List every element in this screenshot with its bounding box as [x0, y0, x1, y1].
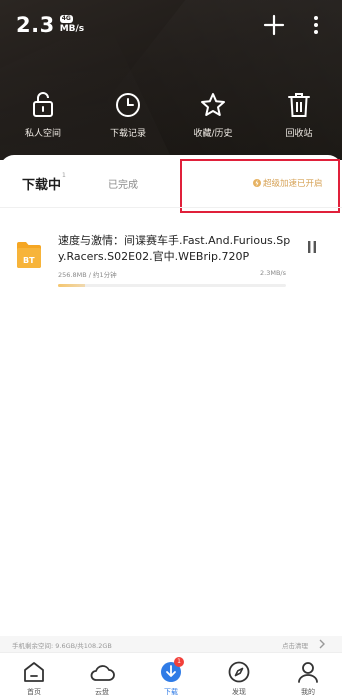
tab-completed[interactable]: 已完成	[108, 176, 138, 191]
trash-icon	[288, 93, 310, 117]
nav-label: 发现	[232, 688, 246, 696]
pause-icon[interactable]	[304, 239, 320, 255]
super-boost-status[interactable]: 超级加速已开启	[253, 177, 323, 189]
task-speed: 2.3MB/s	[260, 269, 286, 277]
chevron-right-icon[interactable]	[318, 639, 326, 649]
cloud-icon	[90, 665, 115, 681]
download-tabs: 下载中 1 已完成 超级加速已开启	[0, 155, 342, 213]
download-panel: 下载中 1 已完成 超级加速已开启 BT 速度与激情：间谍赛车手.Fast.An…	[0, 155, 342, 700]
bottom-nav: 首页 云盘 1 下载 发现 我的	[0, 652, 342, 700]
nav-label: 首页	[27, 688, 41, 696]
more-vertical-icon[interactable]	[310, 14, 322, 36]
task-meta: 256.8MB / 约1分钟 2.3MB/s	[58, 269, 286, 279]
quick-recycle-bin[interactable]: 回收站	[269, 92, 329, 139]
clean-button[interactable]: 点击清理	[282, 640, 308, 650]
quick-download-history[interactable]: 下载记录	[98, 92, 158, 139]
nav-download[interactable]: 1 下载	[146, 657, 196, 697]
nav-me[interactable]: 我的	[283, 661, 333, 697]
task-title: 速度与激情：间谍赛车手.Fast.And.Furious.Spy.Racers.…	[58, 234, 291, 263]
quick-private-space[interactable]: 私人空间	[13, 92, 73, 139]
nav-label: 下载	[164, 688, 178, 696]
compass-icon	[228, 661, 250, 683]
speed-unit: MB/s	[59, 24, 85, 34]
speed-value: 2.3	[16, 13, 55, 37]
nav-cloud[interactable]: 云盘	[77, 661, 127, 697]
divider	[0, 207, 342, 208]
network-speed: 2.3 4G MB/s	[16, 12, 84, 38]
lock-icon	[33, 92, 53, 117]
download-task[interactable]: BT 速度与激情：间谍赛车手.Fast.And.Furious.Spy.Race…	[0, 227, 342, 297]
storage-bar: 手机剩余空间: 9.6GB/共108.2GB 点击清理	[0, 636, 342, 652]
boost-label: 超级加速已开启	[263, 179, 323, 189]
clock-icon	[116, 93, 140, 117]
storage-info: 手机剩余空间: 9.6GB/共108.2GB	[12, 642, 112, 650]
quick-label: 回收站	[285, 129, 313, 139]
bt-type-text: BT	[23, 256, 35, 265]
nav-home[interactable]: 首页	[9, 661, 59, 697]
star-icon	[201, 93, 225, 116]
plus-icon[interactable]	[263, 14, 285, 36]
quick-label: 下载记录	[109, 129, 146, 139]
nav-discover[interactable]: 发现	[214, 661, 264, 697]
nav-download-badge: 1	[174, 657, 184, 667]
tab-downloading[interactable]: 下载中	[22, 174, 61, 193]
quick-label: 收藏/历史	[193, 129, 233, 139]
bt-file-icon: BT	[17, 242, 41, 268]
header: 2.3 4G MB/s 私人空间 下载记录 收藏/历史 回收站	[0, 0, 342, 160]
tab-downloading-count: 1	[62, 172, 66, 179]
nav-label: 云盘	[95, 688, 109, 696]
home-icon	[24, 662, 44, 682]
task-progress-fill	[58, 284, 86, 287]
user-icon	[298, 662, 318, 683]
network-type-badge: 4G	[59, 15, 73, 23]
nav-label: 我的	[301, 688, 315, 696]
task-progress-bar	[58, 284, 286, 287]
lightning-icon	[253, 179, 261, 187]
task-size-eta: 256.8MB / 约1分钟	[58, 271, 117, 279]
quick-favorites-history[interactable]: 收藏/历史	[183, 92, 243, 139]
quick-label: 私人空间	[24, 129, 61, 139]
